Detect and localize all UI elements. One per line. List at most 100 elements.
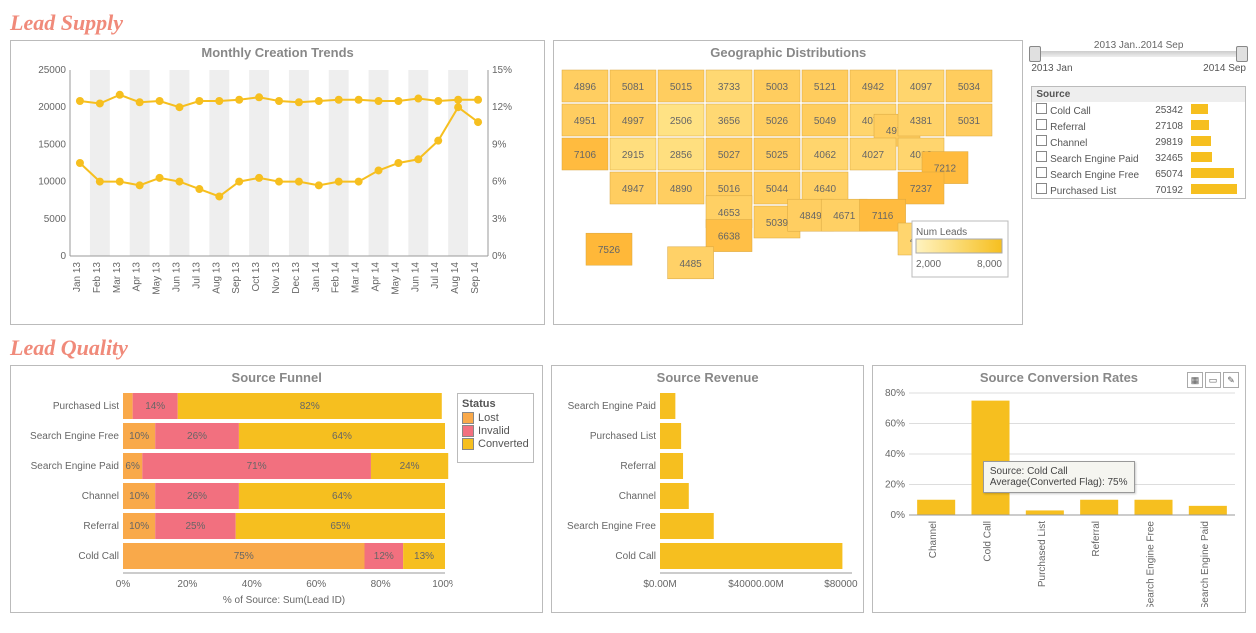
right-column: 2013 Jan..2014 Sep 2013 Jan 2014 Sep Sou… (1031, 40, 1246, 325)
svg-text:Feb 14: Feb 14 (331, 262, 342, 294)
slider-end-label: 2014 Sep (1203, 63, 1246, 74)
svg-text:4671: 4671 (833, 211, 856, 222)
svg-text:0: 0 (60, 251, 66, 262)
svg-text:24%: 24% (400, 461, 420, 472)
svg-text:5034: 5034 (958, 82, 981, 93)
svg-text:Referral: Referral (621, 461, 657, 472)
svg-text:4890: 4890 (670, 184, 693, 195)
source-row[interactable]: Channel29819 (1032, 134, 1246, 150)
svg-text:Apr 14: Apr 14 (371, 262, 382, 292)
svg-text:Sep 14: Sep 14 (470, 262, 481, 294)
source-row[interactable]: Purchased List70192 (1032, 182, 1246, 199)
source-row[interactable]: Search Engine Free65074 (1032, 166, 1246, 182)
date-range-slider[interactable] (1031, 51, 1246, 57)
slider-start-label: 2013 Jan (1031, 63, 1072, 74)
chart-conversion[interactable]: 0%20%40%60%80%ChannelCold CallPurchased … (875, 389, 1241, 607)
svg-text:0%: 0% (116, 579, 131, 590)
svg-text:2856: 2856 (670, 150, 693, 161)
svg-text:Channel: Channel (928, 521, 939, 558)
source-row[interactable]: Search Engine Paid32465 (1032, 150, 1246, 166)
svg-text:25%: 25% (185, 521, 205, 532)
svg-text:Search Engine Paid: Search Engine Paid (568, 401, 656, 412)
y-left-label: Leads Created (0, 151, 1, 227)
svg-text:Num Leads: Num Leads (916, 227, 967, 238)
svg-text:75%: 75% (234, 551, 254, 562)
panel-funnel: Source Funnel Purchased List 14% 82% Search… (10, 365, 543, 613)
svg-text:5003: 5003 (766, 82, 789, 93)
svg-text:Jun 14: Jun 14 (410, 262, 421, 292)
svg-text:Search Engine Free: Search Engine Free (1145, 521, 1156, 607)
svg-text:$0.00M: $0.00M (644, 579, 677, 590)
panel-conversion: Source Conversion Rates ▦ ▭ ✎ 0%20%40%60… (872, 365, 1246, 613)
slider-handle-start[interactable] (1029, 46, 1041, 62)
svg-text:4027: 4027 (862, 150, 885, 161)
panel-title-monthly: Monthly Creation Trends (13, 45, 542, 60)
svg-text:40%: 40% (885, 449, 905, 460)
svg-text:7237: 7237 (910, 184, 933, 195)
svg-text:8,000: 8,000 (977, 259, 1002, 270)
panel-title-geo: Geographic Distributions (556, 45, 1020, 60)
svg-text:Channel: Channel (619, 491, 656, 502)
date-range-caption: 2013 Jan..2014 Sep (1031, 40, 1246, 51)
svg-text:20000: 20000 (38, 102, 66, 113)
svg-text:3%: 3% (492, 214, 507, 225)
chart-geo-map[interactable]: 4896508150153733500351214942409750344951… (556, 64, 1016, 319)
svg-text:26%: 26% (187, 431, 207, 442)
toolbar-window-icon[interactable]: ▭ (1205, 372, 1221, 388)
toolbar-edit-icon[interactable]: ✎ (1223, 372, 1239, 388)
slider-handle-end[interactable] (1236, 46, 1248, 62)
svg-text:4097: 4097 (910, 82, 933, 93)
svg-text:4653: 4653 (718, 208, 741, 219)
svg-text:10%: 10% (129, 521, 149, 532)
svg-text:7106: 7106 (574, 150, 597, 161)
svg-text:Jul 14: Jul 14 (430, 262, 441, 289)
svg-text:Jan 13: Jan 13 (72, 262, 83, 292)
svg-text:Mar 13: Mar 13 (112, 262, 123, 294)
chart-funnel[interactable]: Purchased List 14% 82% Search Engine Free 10… (13, 389, 453, 609)
chart-revenue[interactable]: Search Engine Paid Purchased List Referral… (554, 389, 858, 607)
tooltip-line2: Average(Converted Flag): 75% (990, 477, 1128, 488)
svg-text:6638: 6638 (718, 232, 741, 243)
svg-text:4485: 4485 (680, 259, 703, 270)
svg-text:Purchased List: Purchased List (53, 401, 119, 412)
section-lead-supply: Lead Supply (10, 10, 1246, 36)
svg-text:7526: 7526 (598, 245, 621, 256)
section-lead-quality: Lead Quality (10, 335, 1246, 361)
panel-title-funnel: Source Funnel (13, 370, 540, 385)
funnel-legend-title: Status (462, 398, 529, 410)
svg-text:Mar 14: Mar 14 (351, 262, 362, 294)
svg-text:2915: 2915 (622, 150, 645, 161)
source-row[interactable]: Referral27108 (1032, 118, 1246, 134)
svg-text:Purchased List: Purchased List (590, 431, 656, 442)
svg-text:0%: 0% (492, 251, 507, 262)
chart-monthly-trends[interactable]: 05000100001500020000250000%3%6%9%12%15%J… (28, 64, 526, 314)
svg-text:5049: 5049 (814, 116, 837, 127)
svg-text:100%: 100% (432, 579, 453, 590)
svg-text:2,000: 2,000 (916, 259, 941, 270)
svg-text:3733: 3733 (718, 82, 741, 93)
svg-text:Cold Call: Cold Call (982, 521, 993, 562)
svg-text:$40000.00M: $40000.00M (729, 579, 785, 590)
svg-text:4381: 4381 (910, 116, 933, 127)
svg-text:Referral: Referral (83, 521, 119, 532)
svg-text:3656: 3656 (718, 116, 741, 127)
svg-text:4942: 4942 (862, 82, 885, 93)
svg-text:2506: 2506 (670, 116, 693, 127)
panel-revenue: Source Revenue Search Engine PaidPurchas… (551, 365, 863, 613)
svg-text:Search Engine Free: Search Engine Free (30, 431, 119, 442)
svg-text:Jan 14: Jan 14 (311, 262, 322, 292)
panel-geo: Geographic Distributions 489650815015373… (553, 40, 1023, 325)
svg-text:5027: 5027 (718, 150, 741, 161)
toolbar-grid-icon[interactable]: ▦ (1187, 372, 1203, 388)
funnel-legend: Status LostInvalidConverted (457, 393, 534, 463)
svg-text:5031: 5031 (958, 116, 981, 127)
svg-text:82%: 82% (300, 401, 320, 412)
svg-text:5081: 5081 (622, 82, 645, 93)
svg-text:14%: 14% (145, 401, 165, 412)
svg-text:12%: 12% (492, 102, 512, 113)
svg-text:64%: 64% (332, 491, 352, 502)
svg-text:5039: 5039 (766, 218, 789, 229)
svg-text:9%: 9% (492, 139, 507, 150)
source-row[interactable]: Cold Call25342 (1032, 102, 1246, 118)
svg-text:60%: 60% (885, 419, 905, 430)
